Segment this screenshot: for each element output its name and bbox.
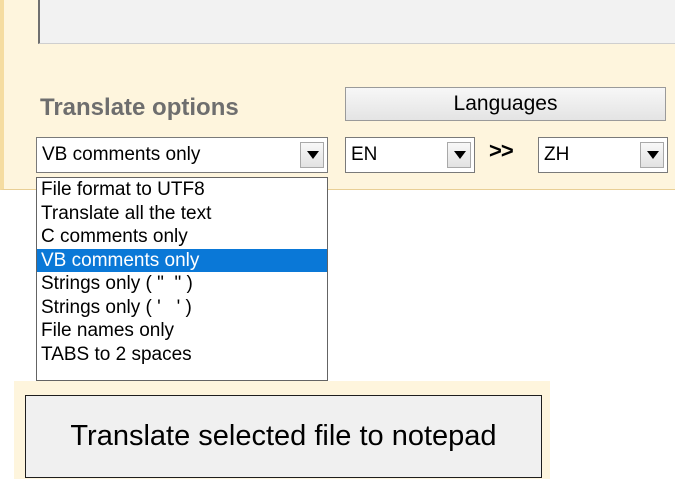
dropdown-option[interactable]: Translate all the text	[37, 202, 327, 226]
language-direction-separator: >>	[489, 138, 514, 163]
text-area[interactable]	[38, 0, 675, 44]
translate-mode-select[interactable]: VB comments only	[36, 137, 328, 173]
target-language-select[interactable]: ZH	[538, 137, 668, 173]
dropdown-option[interactable]: File format to UTF8	[37, 178, 327, 202]
dropdown-option[interactable]: C comments only	[37, 225, 327, 249]
target-language-value: ZH	[544, 144, 570, 165]
dropdown-option[interactable]: TABS to 2 spaces	[37, 343, 327, 367]
translate-options-title: Translate options	[40, 94, 239, 121]
source-language-select[interactable]: EN	[345, 137, 475, 173]
dropdown-option[interactable]: Strings only ( " " )	[37, 272, 327, 296]
source-language-value: EN	[351, 144, 378, 165]
translate-mode-dropdown-list[interactable]: File format to UTF8 Translate all the te…	[36, 177, 328, 381]
dropdown-option-selected[interactable]: VB comments only	[37, 248, 327, 272]
languages-button[interactable]: Languages	[345, 87, 666, 121]
chevron-down-icon[interactable]	[300, 142, 324, 168]
dropdown-option[interactable]: File names only	[37, 319, 327, 343]
languages-button-label: Languages	[453, 92, 558, 115]
translate-to-notepad-button[interactable]: Translate selected file to notepad	[25, 395, 542, 478]
chevron-down-icon[interactable]	[447, 142, 471, 168]
chevron-down-icon[interactable]	[640, 142, 664, 168]
translate-mode-value: VB comments only	[42, 144, 201, 165]
dropdown-option[interactable]: Strings only ( ' ' )	[37, 296, 327, 320]
translate-button-label: Translate selected file to notepad	[70, 420, 497, 452]
